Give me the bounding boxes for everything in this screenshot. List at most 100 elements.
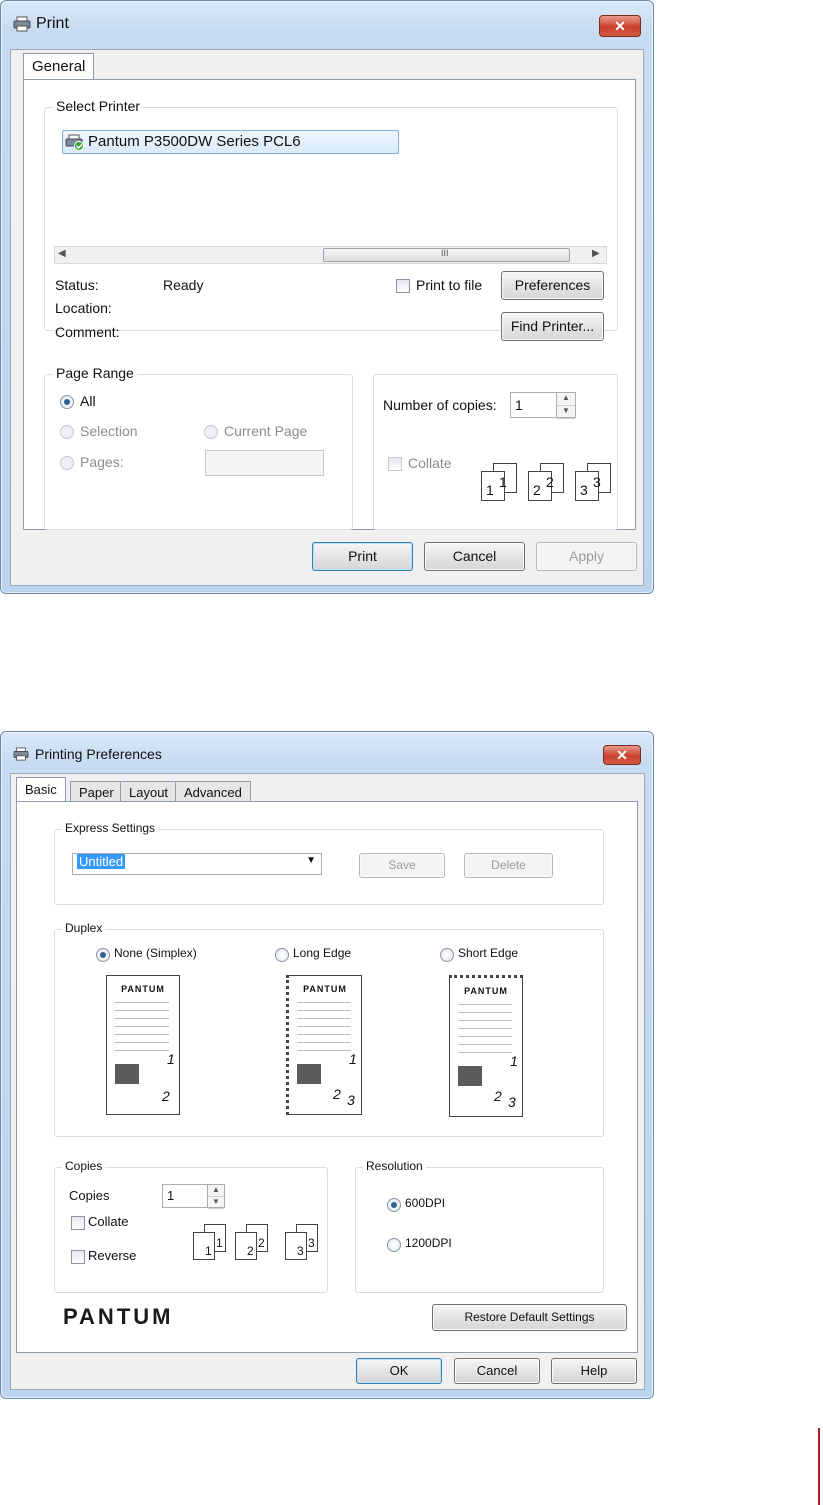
range-current-page-label[interactable]: Current Page <box>224 423 307 439</box>
general-tab-panel: Select Printer Pantum P3500DW Series PCL… <box>23 79 636 530</box>
page-number-2: 2 <box>162 1088 170 1104</box>
tab-general[interactable]: General <box>23 53 95 80</box>
resolution-1200-label[interactable]: 1200DPI <box>405 1236 452 1250</box>
print-to-file-label[interactable]: Print to file <box>416 277 482 293</box>
duplex-none-label[interactable]: None (Simplex) <box>114 946 197 960</box>
duplex-long-edge-label[interactable]: Long Edge <box>293 946 351 960</box>
printer-list-horizontal-scrollbar[interactable]: ◀ III ▶ <box>54 246 607 264</box>
preview-line <box>115 1026 169 1027</box>
collate-checkbox[interactable] <box>71 1216 85 1230</box>
collate-checkbox[interactable] <box>388 457 402 471</box>
preview-line <box>458 1012 512 1013</box>
photo-icon <box>297 1064 321 1084</box>
scroll-thumb[interactable]: III <box>323 248 570 262</box>
print-to-file-checkbox[interactable] <box>396 279 410 293</box>
collate-label[interactable]: Collate <box>408 455 452 471</box>
long-edge-preview: PANTUM 1 2 3 <box>286 975 362 1115</box>
printer-ready-icon <box>65 133 85 151</box>
range-all-label[interactable]: All <box>80 393 96 409</box>
copies-num: 3 <box>308 1236 315 1250</box>
save-button[interactable]: Save <box>359 853 445 878</box>
chevron-down-icon[interactable]: ▼ <box>306 855 316 866</box>
preview-line <box>297 1002 351 1003</box>
copies-legend: Copies <box>62 1159 106 1173</box>
range-pages-label[interactable]: Pages: <box>80 454 124 470</box>
collate-num: 3 <box>593 474 601 490</box>
spin-down[interactable]: ▼ <box>557 406 575 419</box>
express-settings-dropdown[interactable]: Untitled ▼ <box>72 853 322 875</box>
preview-line <box>115 1002 169 1003</box>
simplex-preview: PANTUM 1 2 <box>106 975 180 1115</box>
preview-brand: PANTUM <box>464 986 508 996</box>
duplex-none-radio[interactable] <box>96 948 110 962</box>
apply-button[interactable]: Apply <box>536 542 637 571</box>
preview-line <box>115 1018 169 1019</box>
print-button[interactable]: Print <box>312 542 413 571</box>
preview-brand: PANTUM <box>121 984 165 994</box>
collate-num: 1 <box>486 482 494 498</box>
select-printer-legend: Select Printer <box>53 98 144 114</box>
spin-down[interactable]: ▼ <box>208 1197 224 1209</box>
resolution-1200-radio[interactable] <box>387 1238 401 1252</box>
printing-preferences-window: Printing Preferences ✕ Basic Paper Layou… <box>0 731 654 1399</box>
preview-line <box>458 1052 512 1053</box>
restore-default-settings-button[interactable]: Restore Default Settings <box>432 1304 627 1331</box>
collate-label[interactable]: Collate <box>88 1214 128 1229</box>
help-button[interactable]: Help <box>551 1358 637 1384</box>
preferences-button[interactable]: Preferences <box>501 271 604 300</box>
printer-list-item-selected[interactable]: Pantum P3500DW Series PCL6 <box>62 130 399 154</box>
cancel-button[interactable]: Cancel <box>454 1358 540 1384</box>
page-range-legend: Page Range <box>53 365 137 381</box>
tab-basic[interactable]: Basic <box>16 777 66 802</box>
status-label: Status: <box>55 277 99 293</box>
range-selection-label[interactable]: Selection <box>80 423 138 439</box>
ok-button[interactable]: OK <box>356 1358 442 1384</box>
spinner-arrows-icon[interactable]: ▲ ▼ <box>207 1185 224 1209</box>
pages-input[interactable] <box>205 450 324 476</box>
range-all-radio[interactable] <box>60 395 74 409</box>
duplex-short-edge-label[interactable]: Short Edge <box>458 946 518 960</box>
spinner-arrows-icon[interactable]: ▲ ▼ <box>556 393 575 419</box>
resolution-600-label[interactable]: 600DPI <box>405 1196 445 1210</box>
duplex-short-edge-radio[interactable] <box>440 948 454 962</box>
collate-num: 3 <box>580 482 588 498</box>
close-button[interactable]: ✕ <box>603 745 641 765</box>
resolution-600-radio[interactable] <box>387 1198 401 1212</box>
copies-label: Copies <box>69 1188 110 1203</box>
range-selection-radio[interactable] <box>60 425 74 439</box>
cancel-button[interactable]: Cancel <box>424 542 525 571</box>
find-printer-button[interactable]: Find Printer... <box>501 312 604 341</box>
print-dialog-window: Print ✕ General Select Printer Pantum P3… <box>0 0 654 594</box>
copies-num: 2 <box>258 1236 265 1250</box>
print-dialog-client: General Select Printer Pantum P3500DW Se… <box>10 49 644 586</box>
express-settings-legend: Express Settings <box>62 821 159 835</box>
preview-line <box>458 1028 512 1029</box>
photo-icon <box>115 1064 139 1084</box>
scroll-thumb-grip: III <box>441 248 449 258</box>
close-button[interactable]: ✕ <box>599 15 641 37</box>
reverse-checkbox[interactable] <box>71 1250 85 1264</box>
range-current-page-radio[interactable] <box>204 425 218 439</box>
scroll-left-icon[interactable]: ◀ <box>58 248 66 259</box>
reverse-label[interactable]: Reverse <box>88 1248 136 1263</box>
basic-tab-panel: Express Settings Untitled ▼ Save Delete … <box>16 801 638 1353</box>
pantum-logo: PANTUM <box>63 1304 174 1329</box>
location-label: Location: <box>55 300 112 316</box>
delete-button[interactable]: Delete <box>464 853 553 878</box>
duplex-long-edge-radio[interactable] <box>275 948 289 962</box>
spin-up[interactable]: ▲ <box>557 393 575 406</box>
scroll-right-icon[interactable]: ▶ <box>592 248 600 259</box>
range-pages-radio[interactable] <box>60 456 74 470</box>
spin-up[interactable]: ▲ <box>208 1185 224 1197</box>
window-title: Printing Preferences <box>35 746 162 762</box>
copies-input[interactable]: 1 ▲ ▼ <box>162 1184 225 1209</box>
preview-line <box>458 1004 512 1005</box>
page-number-3: 3 <box>347 1092 355 1108</box>
preview-brand: PANTUM <box>303 984 347 994</box>
preview-line <box>297 1018 351 1019</box>
resolution-group <box>355 1167 604 1293</box>
close-icon: ✕ <box>616 747 628 763</box>
preview-line <box>458 1036 512 1037</box>
preview-line <box>297 1010 351 1011</box>
copies-input[interactable]: 1 ▲ ▼ <box>510 392 576 419</box>
